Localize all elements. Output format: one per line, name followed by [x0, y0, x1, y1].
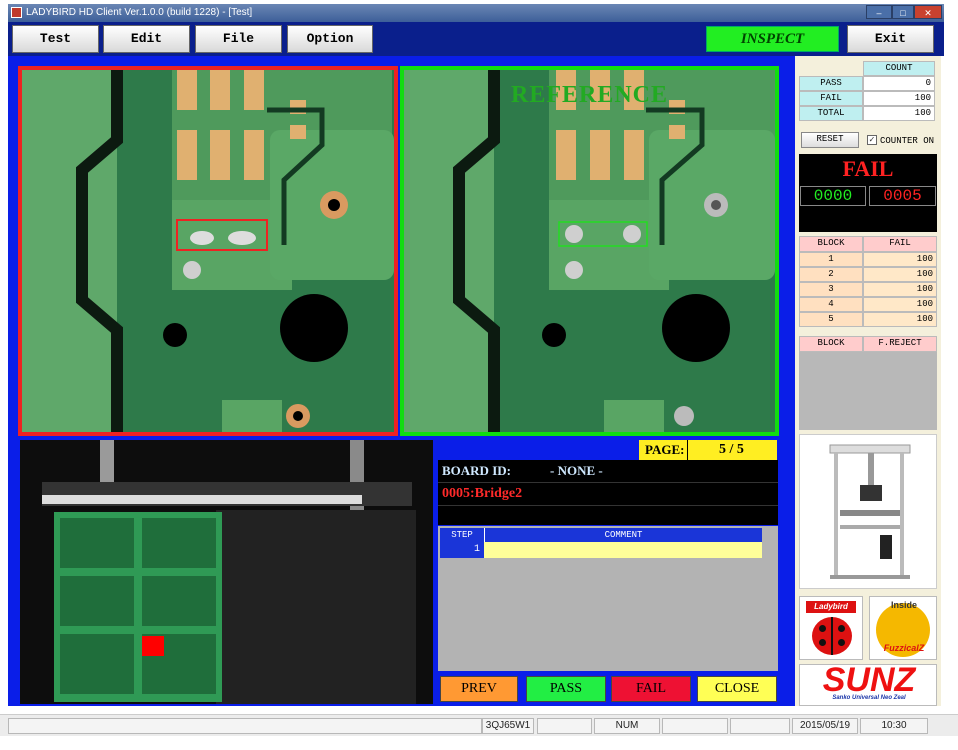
test-menu-button[interactable]: Test — [12, 25, 99, 53]
pass-button[interactable]: PASS — [526, 676, 606, 702]
step-comment-table: STEP COMMENT 1 — [438, 526, 778, 671]
fail-count-label: FAIL — [799, 91, 863, 106]
pass-counter-display: 0000 — [800, 186, 866, 206]
reset-button[interactable]: RESET — [801, 132, 859, 148]
page-label: PAGE: — [645, 442, 685, 457]
inspected-pcb-image — [22, 70, 394, 432]
close-window-button[interactable]: ✕ — [914, 5, 942, 19]
page-divider — [687, 440, 688, 460]
defect-name: 0005:Bridge2 — [442, 486, 523, 501]
ladybird-logo-text: Ladybird — [806, 601, 856, 613]
result-status: FAIL — [842, 156, 894, 181]
block-fail-value: 100 — [863, 252, 937, 267]
exit-button[interactable]: Exit — [847, 25, 934, 53]
machine-image — [799, 434, 937, 589]
file-menu-button[interactable]: File — [195, 25, 282, 53]
status-cell — [537, 718, 592, 734]
reference-label: REFERENCE — [510, 82, 669, 108]
page-indicator: PAGE: 5 / 5 — [639, 440, 777, 460]
fail-column-header: FAIL — [863, 236, 937, 252]
app-icon — [11, 7, 22, 18]
total-count-label: TOTAL — [799, 106, 863, 121]
board-id-row: BOARD ID: - NONE - — [438, 460, 778, 483]
block-number: 5 — [799, 312, 863, 327]
maximize-button[interactable]: □ — [892, 5, 914, 19]
inspected-image-panel[interactable] — [18, 66, 398, 436]
step-cell[interactable]: 1 — [440, 542, 484, 558]
sunz-tagline: Sanko Universal Neo Zeal — [832, 695, 906, 701]
window-title: LADYBIRD HD Client Ver.1.0.0 (build 1228… — [26, 7, 253, 18]
block-fail-value: 100 — [863, 312, 937, 327]
counter-on-label: COUNTER ON — [880, 136, 935, 146]
reference-image-panel[interactable]: REFERENCE — [400, 66, 779, 436]
inspect-mode-indicator: INSPECT — [706, 26, 839, 52]
pass-count-label: PASS — [799, 76, 863, 91]
status-code: 3QJ65W1 — [482, 718, 534, 734]
ladybug-icon — [812, 617, 852, 655]
block-fail-value: 100 — [863, 267, 937, 282]
result-display: FAIL 0000 0005 — [799, 154, 937, 232]
counter-on-checkbox[interactable]: ✓ — [867, 135, 877, 145]
status-date: 2015/05/19 — [792, 718, 858, 734]
reference-pcb-image — [404, 70, 775, 432]
minimize-button[interactable]: – — [866, 5, 892, 19]
option-menu-button[interactable]: Option — [287, 25, 373, 53]
pass-count-value: 0 — [863, 76, 935, 91]
inside-label: Inside — [890, 600, 917, 610]
defect-row: 0005:Bridge2 — [438, 483, 778, 506]
block-column-header: BLOCK — [799, 236, 863, 252]
inspection-machine-icon — [829, 444, 911, 579]
block-number: 4 — [799, 297, 863, 312]
fail-counter-display: 0005 — [869, 186, 936, 206]
fail-count-value: 100 — [863, 91, 935, 106]
block-number: 3 — [799, 282, 863, 297]
block-fail-value: 100 — [863, 297, 937, 312]
toolbar: Test Edit File Option INSPECT Exit — [8, 22, 944, 56]
prev-button[interactable]: PREV — [440, 676, 518, 702]
inspection-info-panel: BOARD ID: - NONE - 0005:Bridge2 — [438, 460, 778, 525]
fuzzicalz-label: FuzzicalZ — [883, 643, 925, 653]
right-sidebar: COUNT PASS 0 FAIL 100 TOTAL 100 RESET ✓ … — [795, 56, 941, 706]
block-number: 2 — [799, 267, 863, 282]
page-value: 5 / 5 — [719, 442, 744, 457]
status-message — [8, 718, 482, 734]
f-reject-header: F.REJECT — [863, 336, 937, 352]
fail-button[interactable]: FAIL — [611, 676, 691, 702]
status-cell — [662, 718, 728, 734]
board-id-label: BOARD ID: — [442, 463, 511, 478]
num-lock-indicator: NUM — [594, 718, 660, 734]
comment-column-header: COMMENT — [484, 528, 762, 542]
main-area: REFERENCE PAGE: 5 / 5 BOARD ID: - NONE -… — [8, 56, 795, 706]
step-column-header: STEP — [440, 528, 484, 542]
sunz-logo: SUNZ Sanko Universal Neo Zeal — [799, 661, 937, 706]
edit-menu-button[interactable]: Edit — [103, 25, 190, 53]
count-header: COUNT — [863, 61, 935, 76]
total-count-value: 100 — [863, 106, 935, 121]
reject-block-header: BLOCK — [799, 336, 863, 352]
status-bar: 3QJ65W1 NUM 2015/05/19 10:30 — [0, 714, 958, 736]
board-overview-image — [20, 440, 433, 704]
board-overview-panel[interactable] — [20, 440, 433, 704]
board-id-value: - NONE - — [550, 463, 603, 478]
close-button[interactable]: CLOSE — [697, 676, 777, 702]
block-number: 1 — [799, 252, 863, 267]
ladybird-logo: Ladybird — [799, 596, 863, 660]
comment-cell[interactable] — [484, 542, 762, 558]
status-time: 10:30 — [860, 718, 928, 734]
reject-list[interactable] — [799, 352, 937, 430]
title-bar: LADYBIRD HD Client Ver.1.0.0 (build 1228… — [8, 4, 944, 22]
fuzzicalz-logo: Inside FuzzicalZ — [869, 596, 937, 660]
status-cell — [730, 718, 790, 734]
block-fail-value: 100 — [863, 282, 937, 297]
